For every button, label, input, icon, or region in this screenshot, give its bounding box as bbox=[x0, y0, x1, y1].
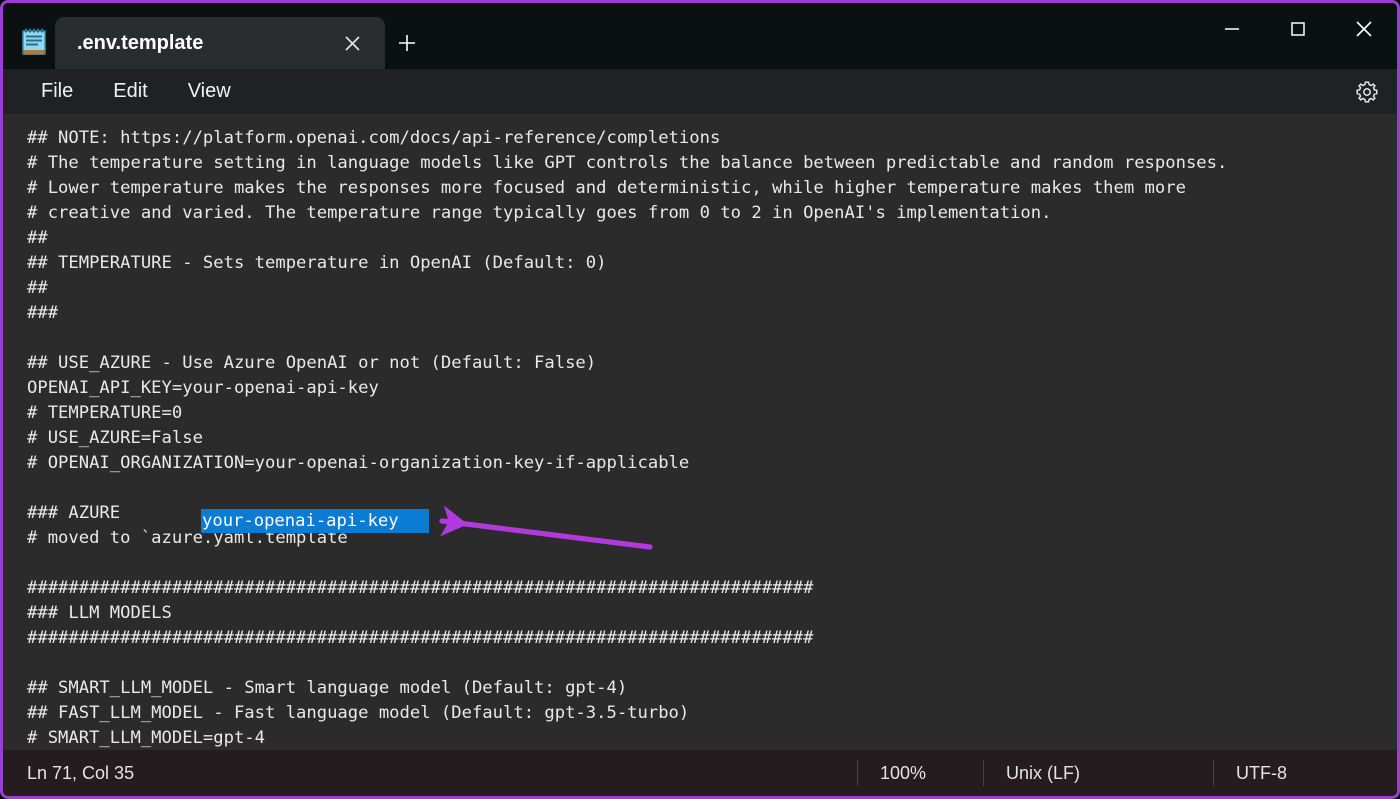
status-encoding[interactable]: UTF-8 bbox=[1213, 760, 1397, 786]
tab-env-template[interactable]: .env.template bbox=[55, 17, 385, 69]
tab-title: .env.template bbox=[77, 31, 204, 54]
editor-content[interactable]: ## NOTE: https://platform.openai.com/doc… bbox=[27, 126, 1397, 750]
menu-item-file[interactable]: File bbox=[21, 78, 93, 105]
menu-item-edit[interactable]: Edit bbox=[93, 78, 167, 105]
close-icon[interactable] bbox=[337, 28, 367, 58]
title-bar: .env.template bbox=[3, 3, 1397, 69]
status-line-ending[interactable]: Unix (LF) bbox=[983, 760, 1213, 786]
status-bar: Ln 71, Col 35 100% Unix (LF) UTF-8 bbox=[3, 750, 1397, 796]
minimize-icon[interactable] bbox=[1199, 3, 1265, 55]
new-tab-icon[interactable] bbox=[385, 17, 429, 69]
text-editor-area[interactable]: ## NOTE: https://platform.openai.com/doc… bbox=[3, 114, 1397, 750]
menu-bar: File Edit View bbox=[3, 69, 1397, 114]
tab-strip: .env.template bbox=[55, 3, 1397, 69]
menu-item-view[interactable]: View bbox=[168, 78, 251, 105]
notepad-window: .env.template File Edit View ## NOTE: ht… bbox=[0, 0, 1400, 799]
notepad-icon bbox=[21, 27, 47, 57]
close-window-icon[interactable] bbox=[1331, 3, 1397, 55]
window-controls bbox=[1199, 3, 1397, 55]
gear-icon[interactable] bbox=[1347, 72, 1387, 112]
maximize-icon[interactable] bbox=[1265, 3, 1331, 55]
status-zoom-level[interactable]: 100% bbox=[857, 760, 983, 786]
status-cursor-position: Ln 71, Col 35 bbox=[27, 762, 135, 783]
